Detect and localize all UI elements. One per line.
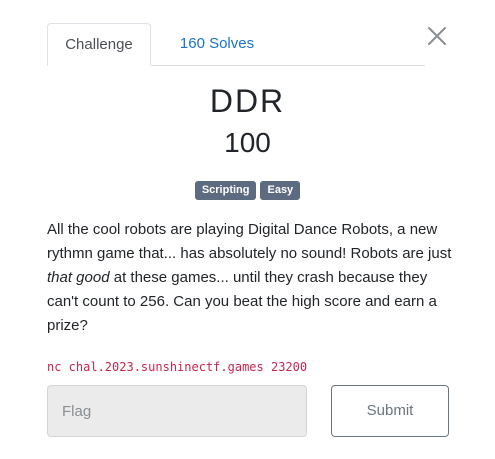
tag-category: Scripting [194, 181, 257, 200]
tab-bar: Challenge 160 Solves [47, 23, 425, 66]
submit-button[interactable]: Submit [331, 385, 449, 437]
challenge-modal: Challenge 160 Solves DDR 100 Scripting E… [0, 0, 495, 459]
challenge-description: All the cool robots are playing Digital … [47, 218, 452, 338]
tag-difficulty: Easy [260, 181, 301, 200]
close-icon [428, 27, 446, 45]
tab-solves[interactable]: 160 Solves [155, 23, 279, 65]
close-button[interactable] [425, 24, 449, 48]
connection-info: nc chal.2023.sunshinectf.games 23200 [47, 360, 308, 374]
tag-list: Scripting Easy [0, 181, 495, 200]
challenge-points: 100 [224, 127, 271, 158]
flag-input[interactable] [47, 385, 307, 437]
description-emphasis: that good [47, 269, 110, 286]
description-text: All the cool robots are playing Digital … [47, 221, 452, 262]
tab-challenge[interactable]: Challenge [47, 23, 151, 66]
challenge-title: DDR [209, 83, 286, 119]
